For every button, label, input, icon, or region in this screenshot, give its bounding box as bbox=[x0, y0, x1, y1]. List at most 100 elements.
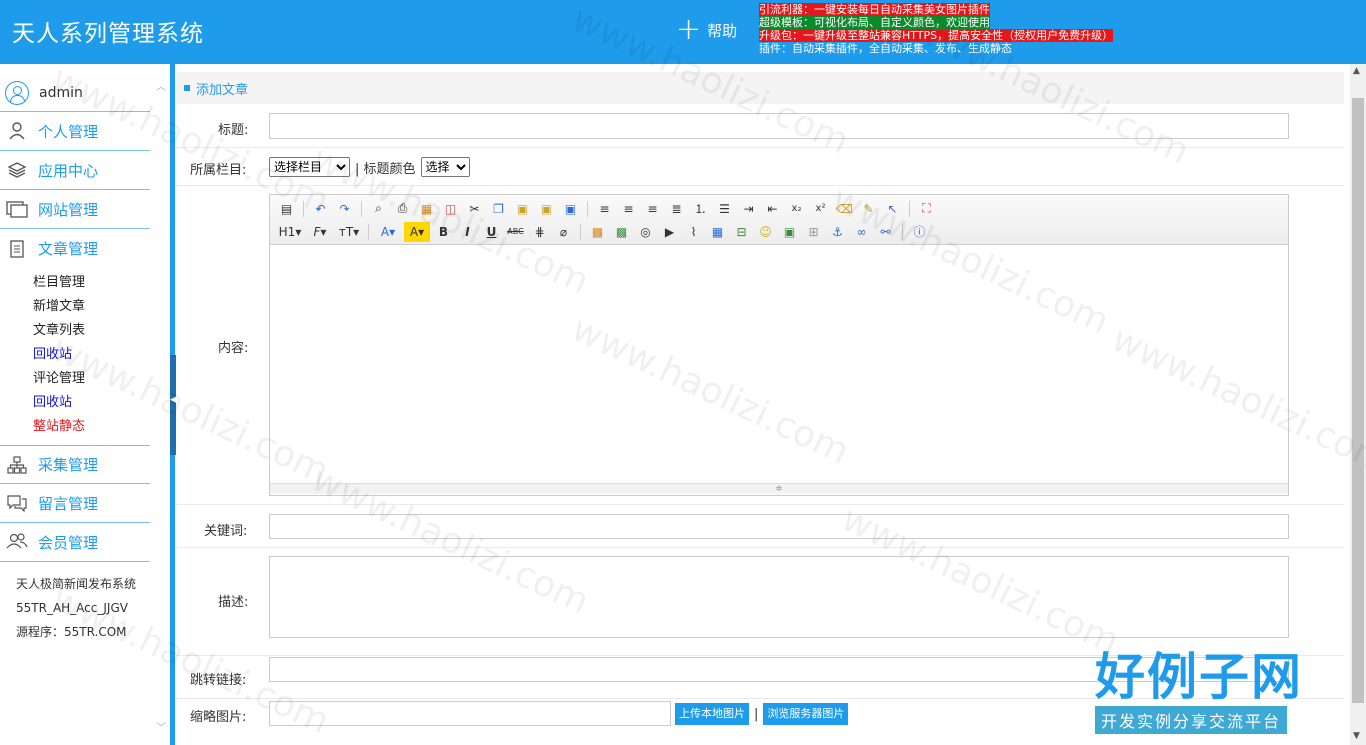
superscript-icon[interactable]: x² bbox=[810, 199, 831, 219]
code-icon[interactable]: ◫ bbox=[440, 199, 461, 219]
sidebar-item-apps[interactable]: 应用中心 bbox=[0, 151, 150, 190]
rich-text-editor[interactable]: ▤ ↶ ↷ ⌕ ⎙ ▦ ◫ ✂ ❐ ▣ ▣ ▣ ≡ ≡ ≡ ≣ ⒈ ☰ ⇥ ⇤ … bbox=[269, 194, 1289, 496]
redo-icon[interactable]: ↷ bbox=[334, 199, 355, 219]
avatar-icon bbox=[5, 80, 29, 105]
font-family-icon[interactable]: F▾ bbox=[307, 222, 333, 242]
sidebar-item-label: 应用中心 bbox=[38, 161, 99, 180]
editor-resize-handle[interactable]: ≑ bbox=[270, 483, 1288, 494]
font-color-icon[interactable]: A▾ bbox=[375, 222, 401, 242]
eraser-icon[interactable]: ⌀ bbox=[553, 222, 574, 242]
cursor-icon[interactable]: ↖ bbox=[882, 199, 903, 219]
heading-icon[interactable]: H1▾ bbox=[276, 222, 304, 242]
user-profile[interactable]: admin bbox=[0, 74, 150, 112]
notice-link[interactable]: 升级包：一键升级至整站兼容HTTPS，提高安全性（授权用户免费升级） bbox=[759, 29, 1114, 42]
clear-format-icon[interactable]: ⌫ bbox=[834, 199, 855, 219]
strikethrough-icon[interactable]: ABC bbox=[505, 222, 526, 242]
paste-word-icon[interactable]: ▣ bbox=[560, 199, 581, 219]
description-textarea[interactable] bbox=[269, 556, 1289, 638]
keywords-input[interactable] bbox=[269, 514, 1289, 539]
editor-body[interactable] bbox=[270, 245, 1288, 483]
editor-toolbar: ▤ ↶ ↷ ⌕ ⎙ ▦ ◫ ✂ ❐ ▣ ▣ ▣ ≡ ≡ ≡ ≣ ⒈ ☰ ⇥ ⇤ … bbox=[270, 195, 1288, 245]
title-input[interactable] bbox=[269, 113, 1289, 139]
flash-icon[interactable]: ◎ bbox=[635, 222, 656, 242]
column-select[interactable]: 选择栏目 bbox=[269, 157, 350, 177]
copy-icon[interactable]: ❐ bbox=[488, 199, 509, 219]
sidebar-item-personal[interactable]: 个人管理 bbox=[0, 112, 150, 151]
bold-icon[interactable]: B bbox=[433, 222, 454, 242]
align-justify-icon[interactable]: ≣ bbox=[666, 199, 687, 219]
sidebar-scrollbar[interactable]: ︿ ﹀ bbox=[153, 74, 169, 734]
attachment-icon[interactable]: ⌇ bbox=[683, 222, 704, 242]
fullscreen-icon[interactable]: ⛶ bbox=[916, 199, 937, 219]
preview-icon[interactable]: ⌕ bbox=[368, 199, 389, 219]
page-break-icon[interactable]: ⊞ bbox=[803, 222, 824, 242]
chevron-up-icon[interactable]: ︿ bbox=[156, 78, 166, 93]
ordered-list-icon[interactable]: ⒈ bbox=[690, 199, 711, 219]
thumbnail-input[interactable] bbox=[269, 701, 671, 726]
notice-link[interactable]: 超级模板：可视化布局、自定义颜色，欢迎使用 bbox=[759, 16, 990, 29]
subnav-columns[interactable]: 栏目管理 bbox=[33, 271, 85, 295]
subnav-article-list[interactable]: 文章列表 bbox=[33, 319, 85, 343]
select-all-icon[interactable]: ✎ bbox=[858, 199, 879, 219]
subnav-new-article[interactable]: 新增文章 bbox=[33, 295, 85, 319]
table-border-icon[interactable]: ⋕ bbox=[529, 222, 550, 242]
upload-local-button[interactable]: 上传本地图片 bbox=[675, 703, 749, 725]
breadcrumb: 添加文章 bbox=[176, 72, 1344, 104]
sidebar-item-collect[interactable]: 采集管理 bbox=[0, 445, 150, 484]
map-icon[interactable]: ▣ bbox=[779, 222, 800, 242]
subnav-comments[interactable]: 评论管理 bbox=[33, 367, 85, 391]
paste-icon[interactable]: ▣ bbox=[512, 199, 533, 219]
button-separator: | bbox=[754, 706, 759, 722]
italic-icon[interactable]: I bbox=[457, 222, 478, 242]
chevron-down-icon[interactable]: ﹀ bbox=[156, 719, 166, 734]
emoticon-icon[interactable]: ☺ bbox=[755, 222, 776, 242]
help-icon[interactable]: ⓘ bbox=[909, 222, 930, 242]
align-center-icon[interactable]: ≡ bbox=[618, 199, 639, 219]
unordered-list-icon[interactable]: ☰ bbox=[714, 199, 735, 219]
sidebar-item-members[interactable]: 会员管理 bbox=[0, 523, 150, 562]
square-icon bbox=[184, 85, 190, 91]
print-icon[interactable]: ⎙ bbox=[392, 199, 413, 219]
subscript-icon[interactable]: x₂ bbox=[786, 199, 807, 219]
indent-icon[interactable]: ⇥ bbox=[738, 199, 759, 219]
help-button[interactable]: + 帮助 bbox=[676, 15, 737, 45]
notice-link[interactable]: 插件：自动采集插件，全自动采集、发布、生成静态 bbox=[759, 42, 1012, 55]
sidebar-item-label: 文章管理 bbox=[38, 240, 99, 258]
unlink-icon[interactable]: ⚯ bbox=[875, 222, 896, 242]
sidebar-item-messages[interactable]: 留言管理 bbox=[0, 484, 150, 523]
align-right-icon[interactable]: ≡ bbox=[642, 199, 663, 219]
sidebar-item-website[interactable]: 网站管理 bbox=[0, 190, 150, 229]
column-label: 所属栏目: bbox=[190, 163, 247, 178]
main-scrollbar[interactable]: ▲ ▼ bbox=[1350, 64, 1366, 745]
highlight-icon[interactable]: A▾ bbox=[404, 221, 430, 242]
template-icon[interactable]: ▦ bbox=[416, 199, 437, 219]
horizontal-rule-icon[interactable]: ⊟ bbox=[731, 222, 752, 242]
outdent-icon[interactable]: ⇤ bbox=[762, 199, 783, 219]
browse-server-button[interactable]: 浏览服务器图片 bbox=[763, 703, 849, 725]
layers-icon bbox=[6, 159, 28, 181]
subnav-recycle-bin[interactable]: 回收站 bbox=[33, 391, 85, 415]
paste-text-icon[interactable]: ▣ bbox=[536, 199, 557, 219]
anchor-icon[interactable]: ⚓ bbox=[827, 222, 848, 242]
sidebar-item-articles[interactable]: 文章管理 bbox=[0, 229, 150, 268]
form-row-keywords: 关键词: bbox=[176, 505, 1344, 548]
align-left-icon[interactable]: ≡ bbox=[594, 199, 615, 219]
arrow-down-icon[interactable]: ▼ bbox=[1353, 731, 1360, 741]
font-size-icon[interactable]: тT▾ bbox=[336, 222, 362, 242]
title-label: 标题: bbox=[218, 123, 249, 138]
cut-icon[interactable]: ✂ bbox=[464, 199, 485, 219]
notice-link[interactable]: 引流利器：一键安装每日自动采集美女图片插件 bbox=[759, 3, 990, 16]
link-icon[interactable]: ∞ bbox=[851, 222, 872, 242]
source-icon[interactable]: ▤ bbox=[276, 199, 297, 219]
underline-icon[interactable]: U bbox=[481, 222, 502, 242]
scrollbar-thumb[interactable] bbox=[1352, 98, 1364, 703]
multi-image-icon[interactable]: ▩ bbox=[611, 222, 632, 242]
table-icon[interactable]: ▦ bbox=[707, 222, 728, 242]
undo-icon[interactable]: ↶ bbox=[310, 199, 331, 219]
title-color-select[interactable]: 选择 bbox=[420, 157, 470, 177]
image-icon[interactable]: ▩ bbox=[587, 222, 608, 242]
arrow-up-icon[interactable]: ▲ bbox=[1353, 66, 1360, 76]
subnav-static-site[interactable]: 整站静态 bbox=[33, 415, 85, 439]
subnav-recycle-bin[interactable]: 回收站 bbox=[33, 343, 85, 367]
media-icon[interactable]: ▶ bbox=[659, 222, 680, 242]
